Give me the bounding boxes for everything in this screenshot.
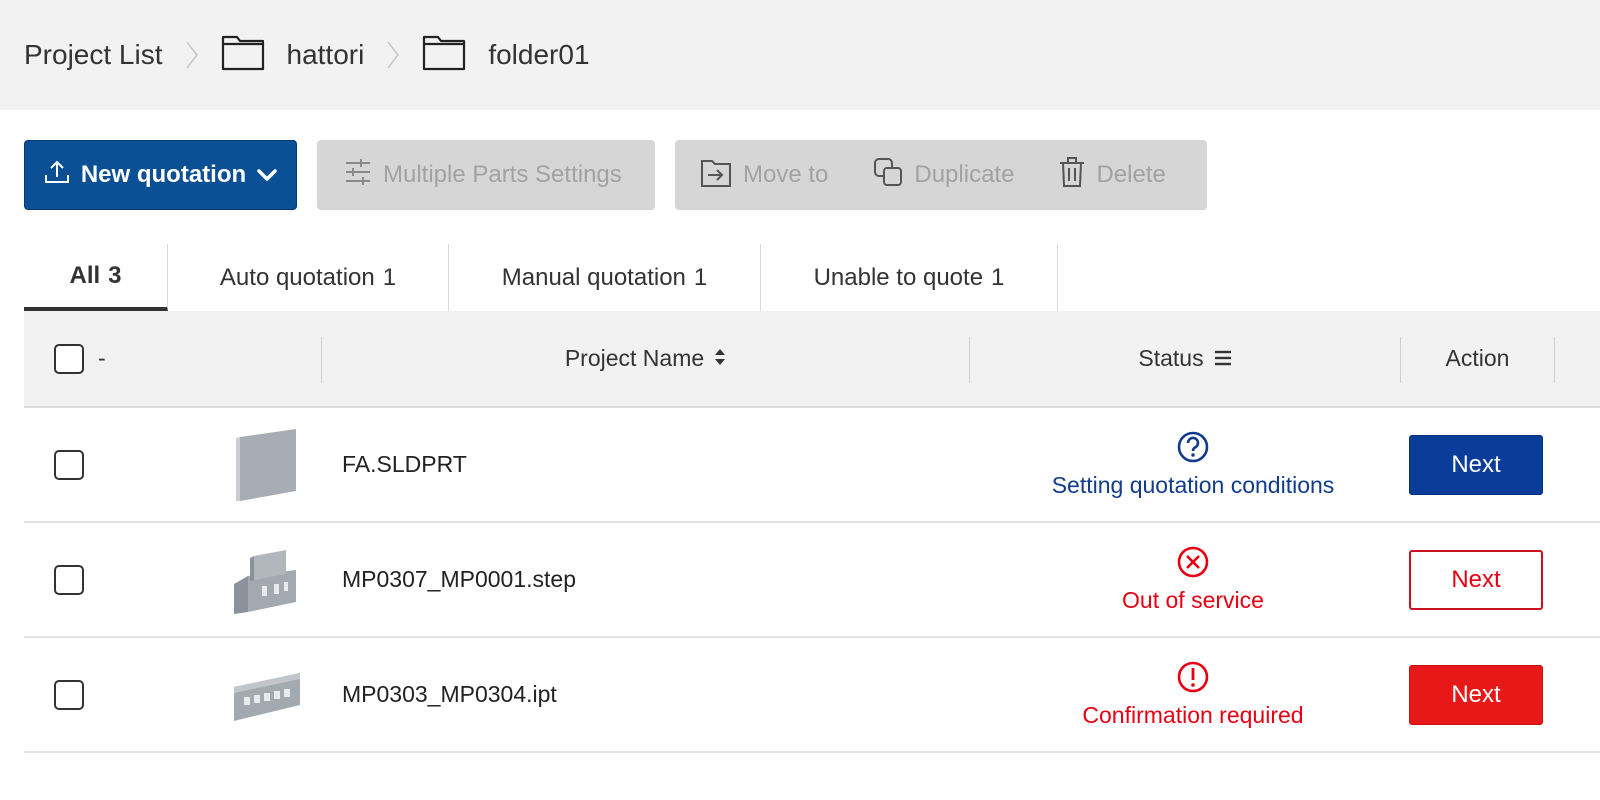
upload-icon: [43, 159, 71, 192]
status-cell: Out of service: [970, 523, 1416, 636]
chevron-right-icon: [386, 40, 400, 70]
bulk-actions-group: Move to Duplicate Delete: [675, 140, 1207, 210]
row-select: [54, 523, 84, 636]
project-name[interactable]: FA.SLDPRT: [342, 408, 467, 521]
table-row: FA.SLDPRT Setting quotation conditions N…: [24, 408, 1600, 523]
duplicate-button[interactable]: Duplicate: [872, 156, 1014, 195]
multiple-parts-label: Multiple Parts Settings: [383, 161, 622, 188]
tab-all[interactable]: All 3: [24, 244, 168, 311]
toolbar: New quotation Multiple Parts Settings Mo…: [24, 140, 1207, 210]
sort-icon: [714, 345, 726, 372]
duplicate-label: Duplicate: [914, 161, 1015, 188]
tab-auto-quotation[interactable]: Auto quotation 1: [168, 244, 449, 311]
status-cell: Setting quotation conditions: [970, 408, 1416, 521]
duplicate-icon: [872, 156, 904, 195]
action-cell: Next: [1409, 523, 1543, 636]
new-quotation-label: New quotation: [80, 161, 247, 188]
project-table: - Project Name Status Action FA.SLDPRT S…: [24, 311, 1600, 753]
filter-tabs: All 3 Auto quotation 1 Manual quotation 1 U…: [24, 244, 1058, 311]
tab-label: Manual quotation: [501, 263, 686, 291]
folder-icon: [422, 33, 466, 78]
new-quotation-button[interactable]: New quotation: [24, 140, 297, 210]
table-header: - Project Name Status Action: [24, 311, 1600, 408]
tab-count: 1: [693, 263, 708, 291]
project-name-header[interactable]: Project Name: [322, 311, 969, 406]
x-circle-icon: [1176, 545, 1210, 585]
action-header: Action: [1401, 311, 1554, 406]
chevron-right-icon: [185, 40, 199, 70]
delete-button[interactable]: Delete: [1058, 156, 1166, 195]
action-cell: Next: [1409, 408, 1543, 521]
next-button[interactable]: Next: [1409, 549, 1543, 610]
breadcrumb-folder-label: hattori: [286, 39, 365, 70]
tab-unable-to-quote[interactable]: Unable to quote 1: [761, 244, 1058, 311]
question-icon: [1176, 430, 1210, 470]
next-button[interactable]: Next: [1409, 664, 1543, 725]
breadcrumb-bar: Project List hattori folder01: [0, 0, 1600, 110]
breadcrumb-root[interactable]: Project List: [24, 39, 163, 71]
row-checkbox[interactable]: [54, 564, 84, 595]
row-checkbox[interactable]: [54, 679, 84, 710]
select-all-checkbox[interactable]: [54, 343, 84, 374]
status-text: Setting quotation conditions: [1051, 472, 1335, 498]
status-text: Out of service: [1122, 587, 1264, 613]
action-header-label: Action: [1445, 345, 1510, 371]
folder-icon: [221, 33, 265, 78]
move-to-icon: [699, 155, 733, 196]
tab-label: All: [69, 261, 101, 289]
filter-icon: [1214, 345, 1232, 372]
chevron-down-icon: [256, 161, 278, 189]
row-checkbox[interactable]: [54, 449, 84, 480]
tab-count: 1: [382, 263, 397, 291]
part-thumbnail: [230, 638, 304, 751]
next-button[interactable]: Next: [1409, 434, 1543, 495]
tab-count: 3: [108, 261, 122, 289]
exclamation-icon: [1176, 660, 1210, 700]
breadcrumb-folder-folder01[interactable]: folder01: [422, 33, 590, 78]
tab-label: Auto quotation: [219, 263, 375, 291]
column-divider: [1554, 337, 1555, 383]
tab-count: 1: [991, 263, 1005, 291]
trash-icon: [1058, 156, 1086, 195]
move-to-label: Move to: [743, 161, 829, 188]
row-select: [54, 408, 84, 521]
breadcrumb-folder-hattori[interactable]: hattori: [221, 33, 365, 78]
action-cell: Next: [1409, 638, 1543, 751]
tab-manual-quotation[interactable]: Manual quotation 1: [449, 244, 761, 311]
tab-label: Unable to quote: [813, 263, 984, 291]
multiple-parts-settings-button[interactable]: Multiple Parts Settings: [317, 140, 655, 210]
row-select: [54, 638, 84, 751]
project-name[interactable]: MP0307_MP0001.step: [342, 523, 576, 636]
breadcrumb-folder-label: folder01: [488, 39, 590, 70]
sliders-icon: [343, 157, 373, 194]
status-text: Confirmation required: [1082, 702, 1304, 728]
status-header-label: Status: [1138, 345, 1204, 371]
delete-label: Delete: [1096, 161, 1166, 188]
select-all-label: -: [98, 345, 106, 371]
table-row: MP0303_MP0304.ipt Confirmation required …: [24, 638, 1600, 753]
status-cell: Confirmation required: [970, 638, 1416, 751]
table-row: MP0307_MP0001.step Out of service Next: [24, 523, 1600, 638]
project-name[interactable]: MP0303_MP0304.ipt: [342, 638, 557, 751]
select-all-header: -: [54, 311, 106, 406]
part-thumbnail: [230, 523, 302, 636]
project-name-header-label: Project Name: [564, 345, 705, 371]
status-header[interactable]: Status: [970, 311, 1400, 406]
move-to-button[interactable]: Move to: [699, 155, 828, 196]
part-thumbnail: [232, 408, 298, 521]
